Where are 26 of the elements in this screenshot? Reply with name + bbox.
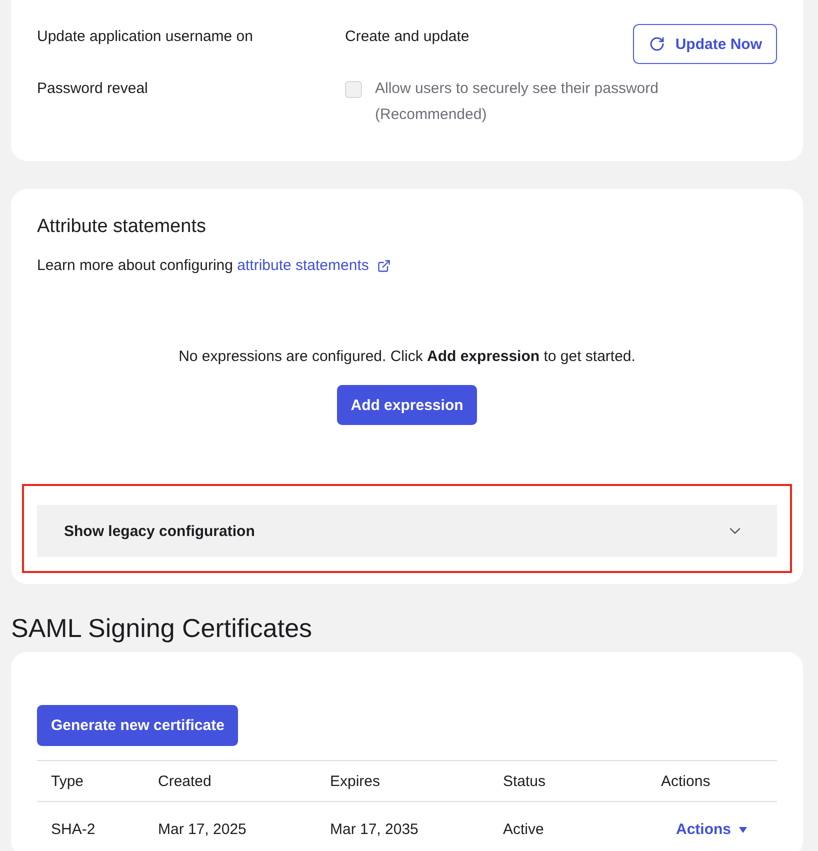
table-cell-text: Mar 17, 2025 — [157, 820, 248, 840]
column-header: Type — [37, 761, 144, 802]
empty-message: No expressions are configured. Click Add expression to get started. — [178, 347, 636, 367]
legacy-configuration-accordion[interactable]: Show legacy configuration — [37, 505, 777, 557]
table-cell-text: Active — [502, 820, 545, 840]
setting-label: Update application username on — [37, 27, 254, 47]
generate-certificate-button[interactable]: Generate new certificate — [37, 705, 238, 746]
add-expression-button[interactable]: Add expression — [336, 385, 478, 425]
update-now-button[interactable]: Update Now — [633, 24, 777, 64]
learn-more-text: Learn more about configuring attribute statements — [37, 253, 777, 279]
column-header: Actions — [647, 761, 777, 802]
attribute-statements-link[interactable]: attribute statements — [237, 253, 391, 279]
external-link-icon — [376, 259, 391, 273]
actions-menu-button[interactable]: Actions — [661, 821, 762, 838]
column-header: Created — [144, 761, 316, 802]
caret-icon — [739, 826, 748, 832]
setting-label: Password reveal — [37, 79, 149, 99]
checkbox-label: Allow users to securely see their password (Recommended) — [375, 79, 660, 125]
page-section-heading: SAML Signing Certificates — [11, 612, 314, 644]
refresh-icon — [649, 36, 666, 52]
table-cell-text: Mar 17, 2035 — [329, 820, 420, 840]
section-title: Attribute statements — [37, 215, 207, 239]
column-header: Status — [489, 761, 647, 802]
column-header: Expires — [316, 761, 489, 802]
setting-value: Create and update — [345, 27, 470, 47]
table-cell-text: SHA-2 — [50, 820, 96, 840]
